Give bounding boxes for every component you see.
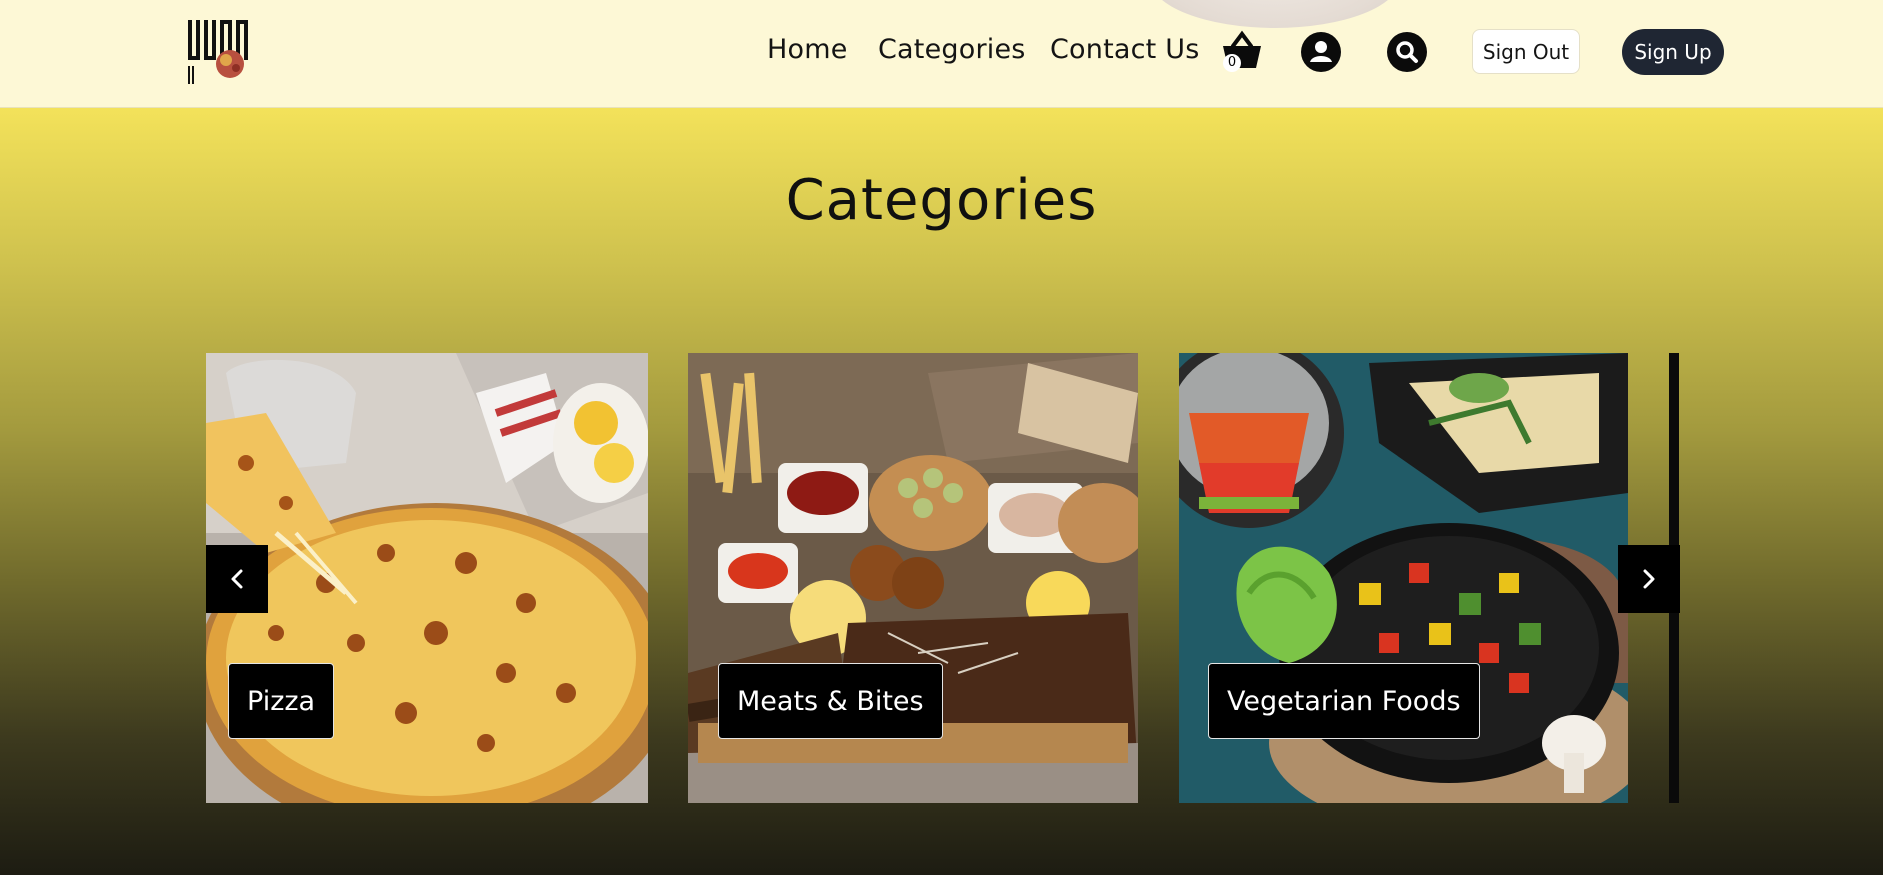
category-label-meats-bites[interactable]: Meats & Bites [718,663,943,739]
sign-up-button[interactable]: Sign Up [1622,29,1724,75]
user-icon [1310,41,1332,62]
search-icon [1396,41,1418,63]
nav-contact-us[interactable]: Contact Us [1050,34,1199,65]
carousel-next-button[interactable] [1618,545,1680,613]
carousel-prev-button[interactable] [206,545,268,613]
sign-out-button[interactable]: Sign Out [1472,29,1580,74]
category-label-pizza[interactable]: Pizza [228,663,335,739]
nav-home[interactable]: Home [767,34,848,65]
user-account-button[interactable] [1301,32,1341,72]
yummy-yard-logo[interactable] [186,18,258,86]
category-label-vegetarian-foods[interactable]: Vegetarian Foods [1208,663,1480,739]
site-header: Home Categories Contact Us 0 Sign Out Si… [0,0,1883,108]
category-card-vegetarian-foods[interactable]: Vegetarian Foods [1179,353,1628,803]
search-button[interactable] [1387,32,1427,72]
chevron-right-icon [1643,569,1655,589]
nav-categories[interactable]: Categories [878,34,1026,65]
page-title: Categories [785,168,1098,233]
cart-count-badge: 0 [1223,54,1241,72]
category-card-pizza[interactable]: Pizza [206,353,648,803]
chevron-left-icon [231,569,243,589]
header-decorative-plate [1150,0,1400,28]
cart-button[interactable]: 0 [1219,30,1265,76]
categories-section: Categories Pizza Meats & Bites Vegetaria… [0,108,1883,875]
category-card-meats-bites[interactable]: Meats & Bites [688,353,1138,803]
